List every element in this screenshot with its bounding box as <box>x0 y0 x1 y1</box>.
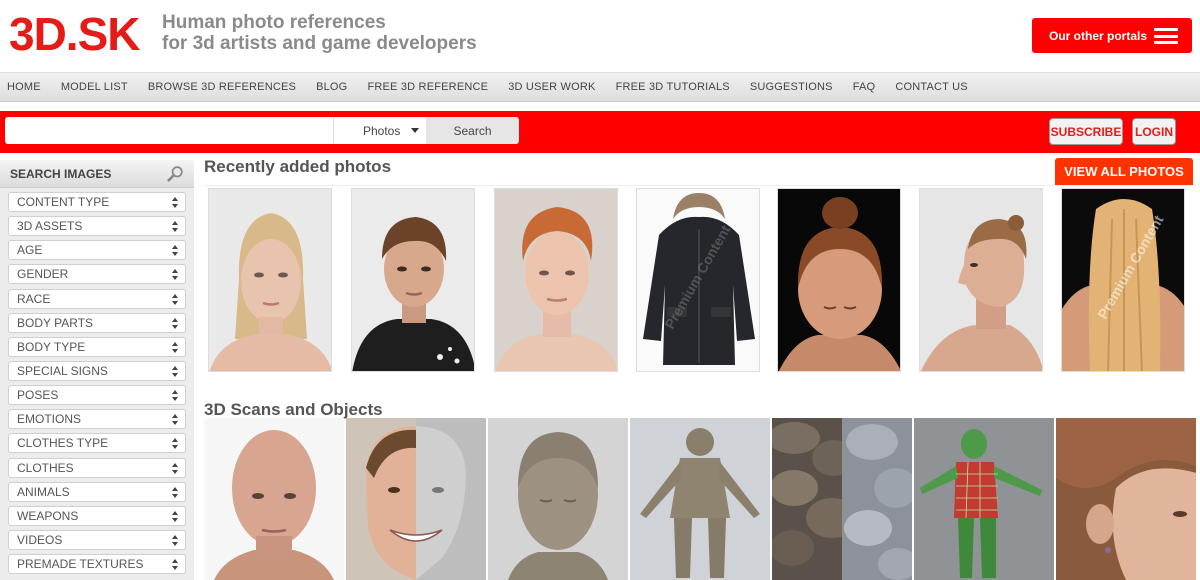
other-portals-button[interactable]: Our other portals <box>1032 18 1192 53</box>
scan-thumbnail[interactable] <box>346 418 486 580</box>
nav-model-list[interactable]: MODEL LIST <box>61 81 128 93</box>
updown-arrows-icon <box>172 365 179 377</box>
filter-poses[interactable]: POSES <box>8 385 186 406</box>
photo-thumbnail[interactable] <box>351 188 475 372</box>
updown-arrows-icon <box>172 438 179 450</box>
filter-race[interactable]: RACE <box>8 288 186 309</box>
other-portals-label: Our other portals <box>1049 28 1148 43</box>
photo-thumbnail[interactable] <box>919 188 1043 372</box>
nav-blog[interactable]: BLOG <box>316 81 347 93</box>
filter-body-type[interactable]: BODY TYPE <box>8 336 186 357</box>
filter-age[interactable]: AGE <box>8 240 186 261</box>
nav-contact-us[interactable]: CONTACT US <box>895 81 968 93</box>
updown-arrows-icon <box>172 245 179 257</box>
site-logo[interactable]: 3D.SK <box>9 8 140 60</box>
hair-bun-image <box>778 189 900 371</box>
sidebar-header: SEARCH IMAGES <box>0 160 194 188</box>
scan-thumbnail[interactable] <box>630 418 770 580</box>
photo-thumbnail[interactable] <box>777 188 901 372</box>
filter-3d-assets[interactable]: 3D ASSETS <box>8 216 186 237</box>
magnifier-icon[interactable] <box>167 165 184 182</box>
login-button[interactable]: LOGIN <box>1132 118 1176 145</box>
subscribe-button[interactable]: SUBSCRIBE <box>1049 118 1123 145</box>
filter-weapons[interactable]: WEAPONS <box>8 505 186 526</box>
scans-grid <box>204 418 1200 580</box>
tagline-line-1: Human photo references <box>162 12 386 33</box>
photo-thumbnail[interactable]: Premium Content <box>1061 188 1185 372</box>
search-input[interactable] <box>5 117 333 144</box>
stone-wall-texture-image <box>772 418 912 580</box>
nav-free-3d-tutorials[interactable]: FREE 3D TUTORIALS <box>616 81 730 93</box>
filter-animals[interactable]: ANIMALS <box>8 481 186 502</box>
scans-title: 3D Scans and Objects <box>204 400 383 419</box>
filter-list: CONTENT TYPE 3D ASSETS AGE GENDER RACE B… <box>0 188 194 575</box>
soldier-scan-image <box>630 418 770 580</box>
scan-thumbnail[interactable] <box>488 418 628 580</box>
updown-arrows-icon <box>172 221 179 233</box>
female-portrait-image <box>209 189 331 371</box>
male-profile-image <box>920 189 1042 371</box>
filter-clothes[interactable]: CLOTHES <box>8 457 186 478</box>
nav-suggestions[interactable]: SUGGESTIONS <box>750 81 833 93</box>
redhead-portrait-image <box>495 189 617 371</box>
scan-thumbnail[interactable] <box>1056 418 1196 580</box>
tagline-line-2: for 3d artists and game developers <box>162 33 477 54</box>
updown-arrows-icon <box>172 269 179 281</box>
search-bar: Photos Search SUBSCRIBE LOGIN <box>0 111 1200 153</box>
recent-photos-title: Recently added photos <box>204 157 392 176</box>
photo-thumbnail[interactable]: Premium Content <box>636 188 760 372</box>
hamburger-menu-icon <box>1154 28 1178 44</box>
scan-thumbnail[interactable] <box>204 418 344 580</box>
recent-photos-grid: Premium Content Premium Content <box>204 185 1196 373</box>
filter-body-parts[interactable]: BODY PARTS <box>8 312 186 333</box>
updown-arrows-icon <box>172 510 179 522</box>
bald-head-scan-image <box>204 418 344 580</box>
wireframe-character-image <box>914 418 1054 580</box>
search-sidebar: SEARCH IMAGES CONTENT TYPE 3D ASSETS AGE… <box>0 160 194 580</box>
caret-down-icon <box>411 128 419 133</box>
updown-arrows-icon <box>172 341 179 353</box>
view-all-photos-button[interactable]: VIEW ALL PHOTOS <box>1055 158 1193 185</box>
search-type-value: Photos <box>363 123 401 138</box>
site-header: 3D.SK Human photo references for 3d arti… <box>0 0 1200 72</box>
updown-arrows-icon <box>172 534 179 546</box>
photo-thumbnail[interactable] <box>208 188 332 372</box>
grey-head-sculpt-image <box>488 418 628 580</box>
filter-content-type[interactable]: CONTENT TYPE <box>8 192 186 212</box>
updown-arrows-icon <box>172 317 179 329</box>
updown-arrows-icon <box>172 462 179 474</box>
updown-arrows-icon <box>172 293 179 305</box>
woman-closeup-image <box>1056 418 1196 580</box>
photo-thumbnail[interactable] <box>494 188 618 372</box>
updown-arrows-icon <box>172 414 179 426</box>
boy-portrait-image <box>352 189 474 371</box>
filter-clothes-type[interactable]: CLOTHES TYPE <box>8 433 186 454</box>
nav-home[interactable]: HOME <box>7 81 41 93</box>
updown-arrows-icon <box>172 390 179 402</box>
scan-thumbnail[interactable] <box>914 418 1054 580</box>
face-scan-comparison-image <box>346 418 486 580</box>
nav-faq[interactable]: FAQ <box>853 81 876 93</box>
nav-free-3d-reference[interactable]: FREE 3D REFERENCE <box>367 81 488 93</box>
nav-browse-3d-references[interactable]: BROWSE 3D REFERENCES <box>148 81 296 93</box>
search-button[interactable]: Search <box>426 117 519 144</box>
filter-videos[interactable]: VIDEOS <box>8 529 186 550</box>
scan-thumbnail[interactable] <box>772 418 912 580</box>
updown-arrows-icon <box>172 197 179 208</box>
updown-arrows-icon <box>172 486 179 498</box>
main-nav: HOME MODEL LIST BROWSE 3D REFERENCES BLO… <box>0 72 1200 102</box>
sidebar-title: SEARCH IMAGES <box>10 166 112 181</box>
filter-emotions[interactable]: EMOTIONS <box>8 409 186 430</box>
filter-special-signs[interactable]: SPECIAL SIGNS <box>8 360 186 381</box>
filter-gender[interactable]: GENDER <box>8 264 186 285</box>
site-tagline: Human photo references for 3d artists an… <box>162 12 477 54</box>
filter-premade-textures[interactable]: PREMADE TEXTURES <box>8 554 186 575</box>
updown-arrows-icon <box>172 559 179 571</box>
nav-3d-user-work[interactable]: 3D USER WORK <box>508 81 595 93</box>
search-type-select[interactable]: Photos <box>333 117 426 144</box>
